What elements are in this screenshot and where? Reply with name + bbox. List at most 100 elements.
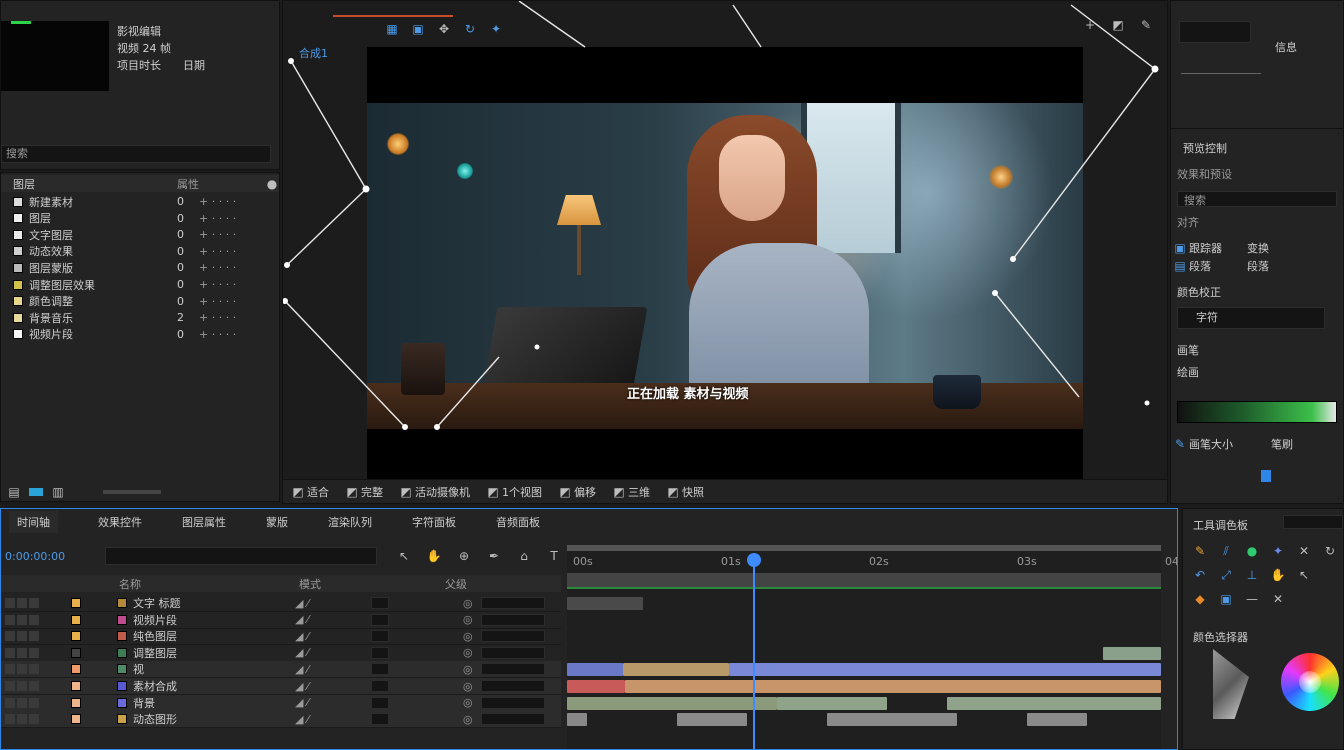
layer-item[interactable]: 文字图层 0 + · · · · (1, 226, 279, 243)
visibility-toggle[interactable] (5, 631, 15, 642)
layer-label-color[interactable] (71, 697, 81, 708)
clip-bar[interactable] (827, 713, 957, 727)
parent-icon[interactable]: ◎ (463, 713, 473, 726)
line-tool-icon[interactable]: — (1243, 591, 1261, 607)
mode-field[interactable] (371, 713, 389, 726)
composition-tab[interactable]: 合成1 (299, 45, 328, 61)
playhead-handle[interactable] (747, 553, 761, 567)
color-gradient-bar[interactable] (1177, 401, 1337, 423)
clip-bar[interactable] (567, 597, 643, 610)
visibility-toggle[interactable] (5, 647, 15, 658)
switches-icon[interactable]: ◢ ⁄ (295, 663, 309, 676)
comp-toolbar-item[interactable]: ◩ 偏移 (556, 484, 596, 500)
mode-field[interactable] (371, 646, 389, 659)
layer-label-color[interactable] (71, 598, 81, 608)
solo-toggle[interactable] (29, 614, 39, 625)
visibility-toggle[interactable] (5, 664, 15, 675)
snap-icon[interactable]: ▦ (383, 21, 401, 37)
hand-tool-icon[interactable]: ✋ (425, 548, 443, 564)
home-icon[interactable]: ⌂ (515, 548, 533, 564)
trash-icon[interactable]: ▥ (49, 484, 67, 500)
comp-toolbar-item[interactable]: ◩ 1个视图 (484, 484, 542, 500)
timecode[interactable]: 0:00:00:00 (5, 550, 65, 563)
parent-icon[interactable]: ◎ (463, 597, 473, 610)
solo-toggle[interactable] (29, 664, 39, 675)
timeline-track-area[interactable]: 00s 01s 02s 03s 04s (567, 545, 1177, 749)
color-wheel[interactable] (1281, 653, 1339, 711)
rotate-icon[interactable]: ↻ (461, 21, 479, 37)
parent-field[interactable] (481, 613, 545, 626)
undo-icon[interactable]: ↶ (1191, 567, 1209, 583)
solo-toggle[interactable] (29, 647, 39, 658)
audio-toggle[interactable] (17, 598, 27, 608)
parent-field[interactable] (481, 630, 545, 643)
clip-bar[interactable] (947, 696, 1161, 710)
comp-toolbar-item[interactable]: ◩ 快照 (664, 484, 704, 500)
char-field[interactable]: 字符 (1177, 307, 1325, 329)
timeline-layer-row[interactable]: 背景 ◢ ⁄ ◎ (1, 694, 561, 712)
color-ball-icon[interactable]: ● (1243, 543, 1261, 559)
timeline-tab[interactable]: 时间轴 (9, 511, 58, 533)
solo-toggle[interactable] (29, 598, 39, 608)
color-swatch-icon[interactable] (29, 488, 43, 496)
timeline-layer-row[interactable]: 文字 标题 ◢ ⁄ ◎ (1, 595, 561, 612)
eraser-tool-icon[interactable]: ✕ (1295, 543, 1313, 559)
comp-toolbar-item[interactable]: ◩ 三维 (610, 484, 650, 500)
mode-field[interactable] (371, 613, 389, 626)
clip-bar[interactable] (623, 663, 729, 677)
mode-field[interactable] (371, 680, 389, 692)
switches-icon[interactable]: ◢ ⁄ (295, 597, 309, 610)
brush-tool-icon[interactable]: ✎ (1191, 543, 1209, 559)
timeline-layer-row[interactable]: 动态图形 ◢ ⁄ ◎ (1, 711, 561, 729)
parent-icon[interactable]: ◎ (463, 680, 473, 693)
close-icon[interactable]: ✕ (1269, 591, 1287, 607)
timeline-tab[interactable]: 效果控件 (98, 514, 142, 530)
layer-item[interactable]: 颜色调整 0 + · · · · (1, 293, 279, 310)
audio-toggle[interactable] (17, 664, 27, 675)
text-tool-icon[interactable]: T (545, 548, 563, 564)
solo-toggle[interactable] (29, 697, 39, 708)
zoom-tool-icon[interactable]: ⊕ (455, 548, 473, 564)
layer-item[interactable]: 动态效果 0 + · · · · (1, 243, 279, 260)
mode-field[interactable] (371, 663, 389, 676)
clip-bar[interactable] (1027, 713, 1087, 727)
clone-tool-icon[interactable]: ⫽ (1217, 543, 1235, 559)
parent-icon[interactable]: ◎ (463, 646, 473, 659)
move-icon[interactable]: ✥ (435, 21, 453, 37)
switches-icon[interactable]: ◢ ⁄ (295, 696, 309, 709)
anchor-icon[interactable]: ⊥ (1243, 567, 1261, 583)
project-search-input[interactable]: 搜索 (1, 145, 271, 163)
layer-label-color[interactable] (71, 647, 81, 658)
parent-field[interactable] (481, 713, 545, 726)
parent-icon[interactable]: ◎ (463, 630, 473, 643)
solo-toggle[interactable] (29, 681, 39, 691)
camera-icon[interactable]: ▣ (1217, 591, 1235, 607)
parent-field[interactable] (481, 680, 545, 692)
visibility-toggle[interactable] (5, 714, 15, 725)
clip-bar[interactable] (567, 663, 623, 677)
work-area-bar[interactable] (567, 545, 1161, 551)
clip-bar[interactable] (567, 713, 587, 727)
switches-icon[interactable]: ◢ ⁄ (295, 646, 309, 659)
clip-bar[interactable] (677, 713, 747, 727)
audio-toggle[interactable] (17, 614, 27, 625)
timeline-layer-row[interactable]: 调整图层 ◢ ⁄ ◎ (1, 645, 561, 662)
layer-label-color[interactable] (71, 681, 81, 691)
pen-tool-icon[interactable]: ✒ (485, 548, 503, 564)
layer-label-color[interactable] (71, 631, 81, 642)
view-toggle-icon[interactable]: ◩ (1109, 17, 1127, 33)
audio-toggle[interactable] (17, 631, 27, 642)
parent-field[interactable] (481, 597, 545, 609)
timeline-search-input[interactable] (105, 547, 377, 565)
puppet-tool-icon[interactable]: ✦ (1269, 543, 1287, 559)
puppet-pin-icon[interactable]: ✦ (487, 21, 505, 37)
edit-icon[interactable]: ✎ (1137, 17, 1155, 33)
brush-slider-handle[interactable] (1261, 469, 1271, 482)
audio-toggle[interactable] (17, 697, 27, 708)
timeline-layer-row[interactable]: 视频片段 ◢ ⁄ ◎ (1, 612, 561, 629)
layer-item[interactable]: 图层 0 + · · · · (1, 210, 279, 227)
layer-item[interactable]: 新建素材 0 + · · · · (1, 193, 279, 210)
mode-field[interactable] (371, 597, 389, 609)
timeline-layer-row[interactable]: 视 ◢ ⁄ ◎ (1, 661, 561, 679)
solo-toggle[interactable] (29, 631, 39, 642)
